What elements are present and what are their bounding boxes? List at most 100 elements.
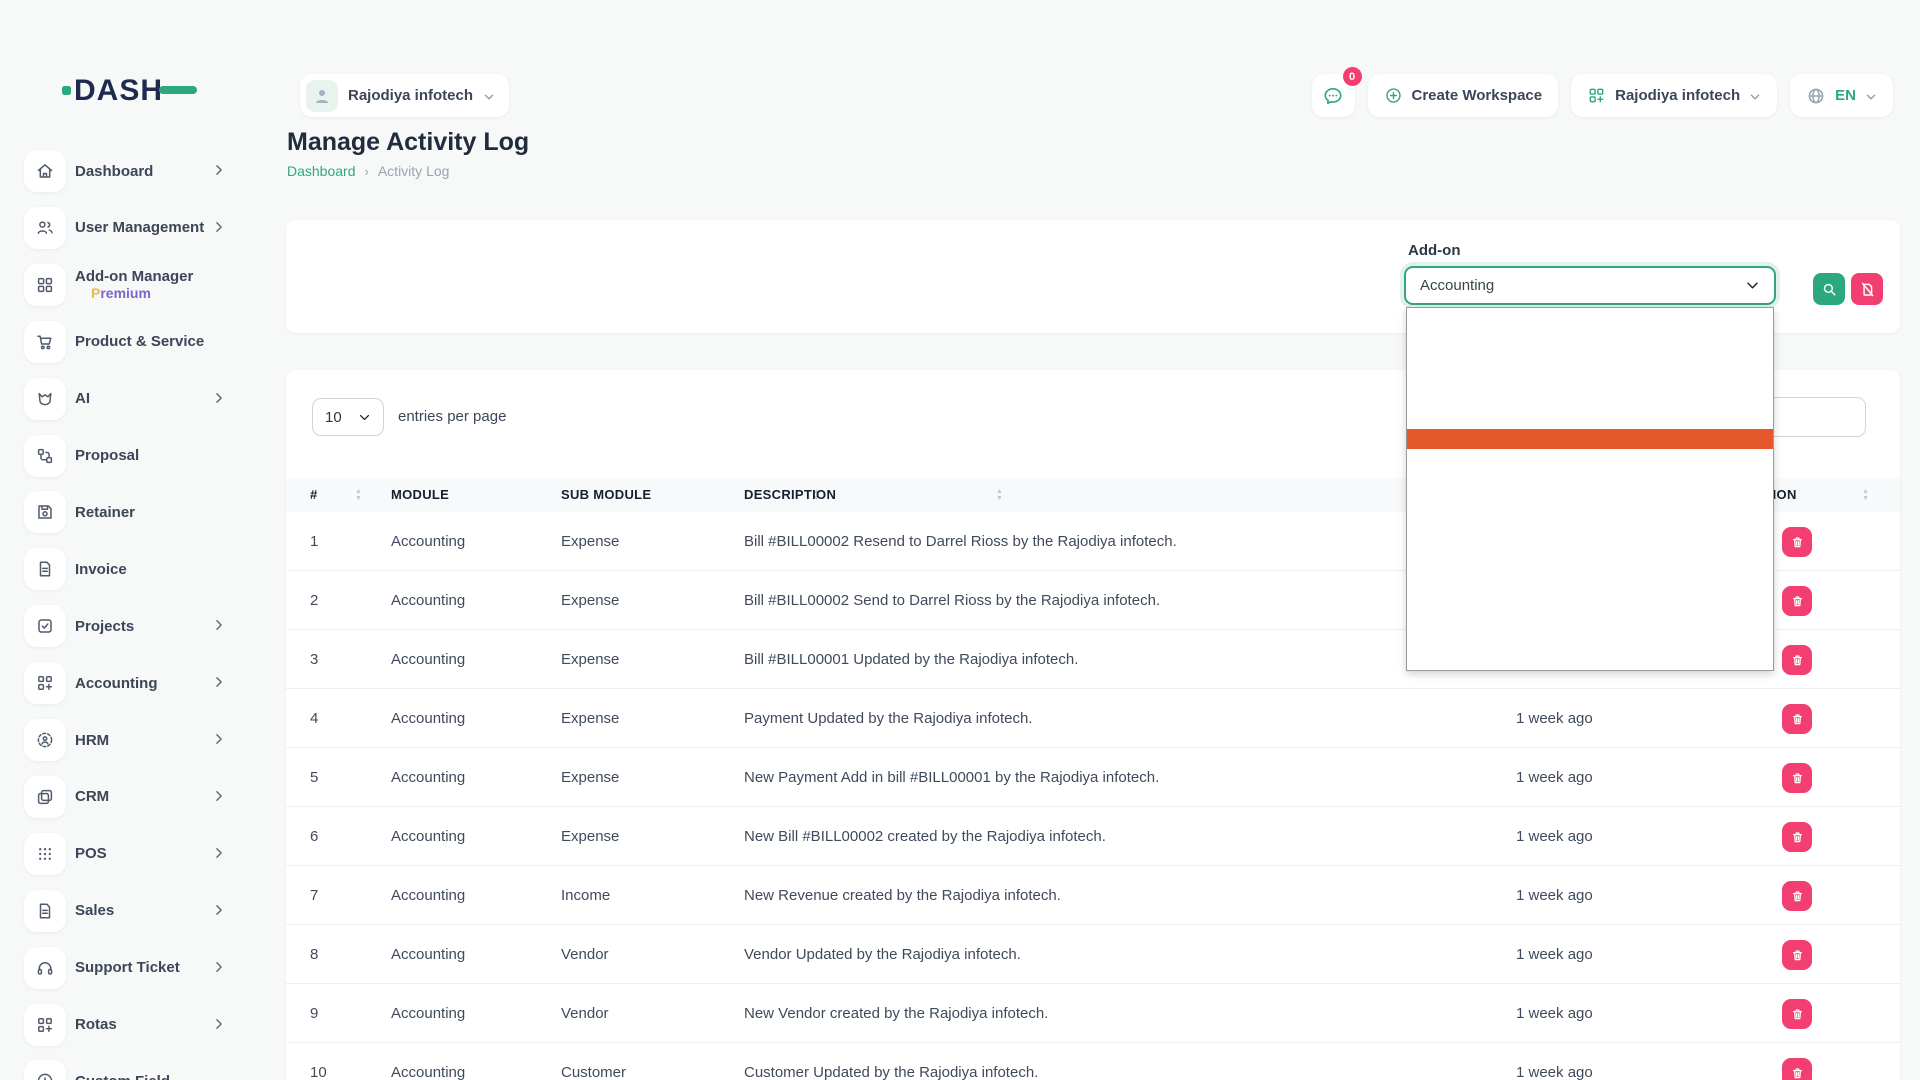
row-module: Accounting — [391, 748, 465, 807]
sidebar-item[interactable]: Rotas — [0, 1003, 258, 1047]
delete-row-button[interactable] — [1782, 881, 1812, 911]
addon-option[interactable] — [1407, 449, 1773, 469]
sidebar-item[interactable]: Product & Service — [0, 320, 258, 364]
row-sub-module: Expense — [561, 571, 619, 630]
row-date: 1 week ago — [1516, 807, 1593, 866]
sidebar-item[interactable]: Support Ticket — [0, 946, 258, 990]
addon-option[interactable] — [1407, 530, 1773, 550]
delete-row-button[interactable] — [1782, 704, 1812, 734]
addon-option[interactable] — [1407, 348, 1773, 368]
breadcrumb-current: Activity Log — [378, 163, 450, 179]
column-header-sub[interactable]: SUB MODULE — [561, 478, 651, 512]
delete-row-button[interactable] — [1782, 645, 1812, 675]
chevron-right-icon — [212, 960, 226, 974]
addon-option[interactable] — [1407, 328, 1773, 348]
entries-per-page-value: 10 — [325, 409, 342, 426]
sidebar-item[interactable]: AI — [0, 377, 258, 421]
column-header-desc[interactable]: DESCRIPTION — [744, 478, 836, 512]
sidebar-item[interactable]: CRM — [0, 775, 258, 819]
delete-row-button[interactable] — [1782, 940, 1812, 970]
delete-row-button[interactable] — [1782, 586, 1812, 616]
row-description: New Revenue created by the Rajodiya info… — [744, 866, 1061, 925]
sidebar-item[interactable]: Custom Field — [0, 1059, 258, 1080]
row-number: 5 — [310, 748, 318, 807]
sort-icon[interactable]: ▲▼ — [996, 478, 1003, 512]
addon-option[interactable] — [1407, 611, 1773, 631]
create-workspace-button[interactable]: Create Workspace — [1368, 74, 1559, 117]
filter-reset-button[interactable] — [1851, 273, 1883, 305]
trash-icon — [1790, 889, 1805, 904]
row-number: 6 — [310, 807, 318, 866]
delete-row-button[interactable] — [1782, 527, 1812, 557]
addon-option[interactable] — [1407, 591, 1773, 611]
addon-option[interactable] — [1407, 429, 1773, 449]
sidebar-item[interactable]: Sales — [0, 889, 258, 933]
sidebar-item-icon — [24, 947, 66, 989]
row-sub-module: Income — [561, 866, 610, 925]
company-switcher[interactable]: Rajodiya infotech — [1571, 74, 1777, 117]
sort-icon[interactable]: ▲▼ — [1862, 478, 1869, 512]
language-code: EN — [1835, 87, 1856, 104]
addon-option[interactable] — [1407, 510, 1773, 530]
addon-option[interactable] — [1407, 651, 1773, 671]
row-description: New Vendor created by the Rajodiya infot… — [744, 984, 1048, 1043]
addon-option[interactable] — [1407, 369, 1773, 389]
row-number: 1 — [310, 512, 318, 571]
chevron-right-icon — [212, 789, 226, 803]
language-selector[interactable]: EN — [1790, 74, 1893, 117]
sidebar-item[interactable]: Dashboard — [0, 149, 258, 193]
filter-search-button[interactable] — [1813, 273, 1845, 305]
delete-row-button[interactable] — [1782, 999, 1812, 1029]
addon-select-listbox — [1406, 307, 1774, 671]
sidebar-item-icon — [24, 378, 66, 420]
addon-select[interactable]: Accounting — [1404, 266, 1776, 305]
column-header-module[interactable]: MODULE — [391, 478, 449, 512]
addon-option[interactable] — [1407, 389, 1773, 409]
table-row: 7 Accounting Income New Revenue created … — [286, 866, 1900, 925]
sidebar-item[interactable]: Retainer — [0, 490, 258, 534]
breadcrumb-separator-icon: › — [365, 164, 369, 179]
sidebar-item[interactable]: Proposal — [0, 434, 258, 478]
trash-icon — [1790, 653, 1805, 668]
delete-row-button[interactable] — [1782, 822, 1812, 852]
sidebar-item[interactable]: HRM — [0, 718, 258, 762]
breadcrumb-dashboard-link[interactable]: Dashboard — [287, 163, 356, 179]
sidebar-item-label: Product & Service — [75, 333, 204, 350]
sidebar-item-icon — [24, 1004, 66, 1046]
row-date: 1 week ago — [1516, 1043, 1593, 1080]
addon-filter-label: Add-on — [1408, 242, 1460, 259]
sidebar-item-label: CRM — [75, 788, 109, 805]
addon-option[interactable] — [1407, 631, 1773, 651]
sidebar-item[interactable]: Projects — [0, 604, 258, 648]
sidebar-item-icon — [24, 207, 66, 249]
sort-icon[interactable]: ▲▼ — [355, 478, 362, 512]
delete-row-button[interactable] — [1782, 1058, 1812, 1080]
addon-option[interactable] — [1407, 570, 1773, 590]
chevron-down-icon — [1749, 90, 1761, 102]
workspace-switcher[interactable]: Rajodiya infotech — [300, 74, 509, 117]
table-row: 9 Accounting Vendor New Vendor created b… — [286, 984, 1900, 1043]
addon-option[interactable] — [1407, 490, 1773, 510]
addon-option[interactable] — [1407, 409, 1773, 429]
sidebar-item[interactable]: POS — [0, 832, 258, 876]
row-number: 9 — [310, 984, 318, 1043]
sidebar-item[interactable]: Invoice — [0, 547, 258, 591]
chevron-right-icon — [212, 1017, 226, 1031]
sidebar-item[interactable]: Accounting — [0, 661, 258, 705]
entries-per-page-select[interactable]: 10 — [312, 398, 384, 436]
person-icon — [312, 86, 332, 106]
row-module: Accounting — [391, 1043, 465, 1080]
column-header-num[interactable]: # — [310, 478, 318, 512]
table-row: 8 Accounting Vendor Vendor Updated by th… — [286, 925, 1900, 984]
addon-option[interactable] — [1407, 470, 1773, 490]
sidebar-item[interactable]: User Management — [0, 206, 258, 250]
addon-option[interactable] — [1407, 308, 1773, 328]
row-description: Customer Updated by the Rajodiya infotec… — [744, 1043, 1038, 1080]
reset-filter-icon — [1859, 281, 1876, 298]
sidebar-item[interactable]: Add-on Manager Premium — [0, 263, 258, 307]
row-sub-module: Expense — [561, 689, 619, 748]
messages-button[interactable]: 0 — [1312, 74, 1355, 117]
sidebar-item-label: Rotas — [75, 1016, 117, 1033]
addon-option[interactable] — [1407, 550, 1773, 570]
delete-row-button[interactable] — [1782, 763, 1812, 793]
